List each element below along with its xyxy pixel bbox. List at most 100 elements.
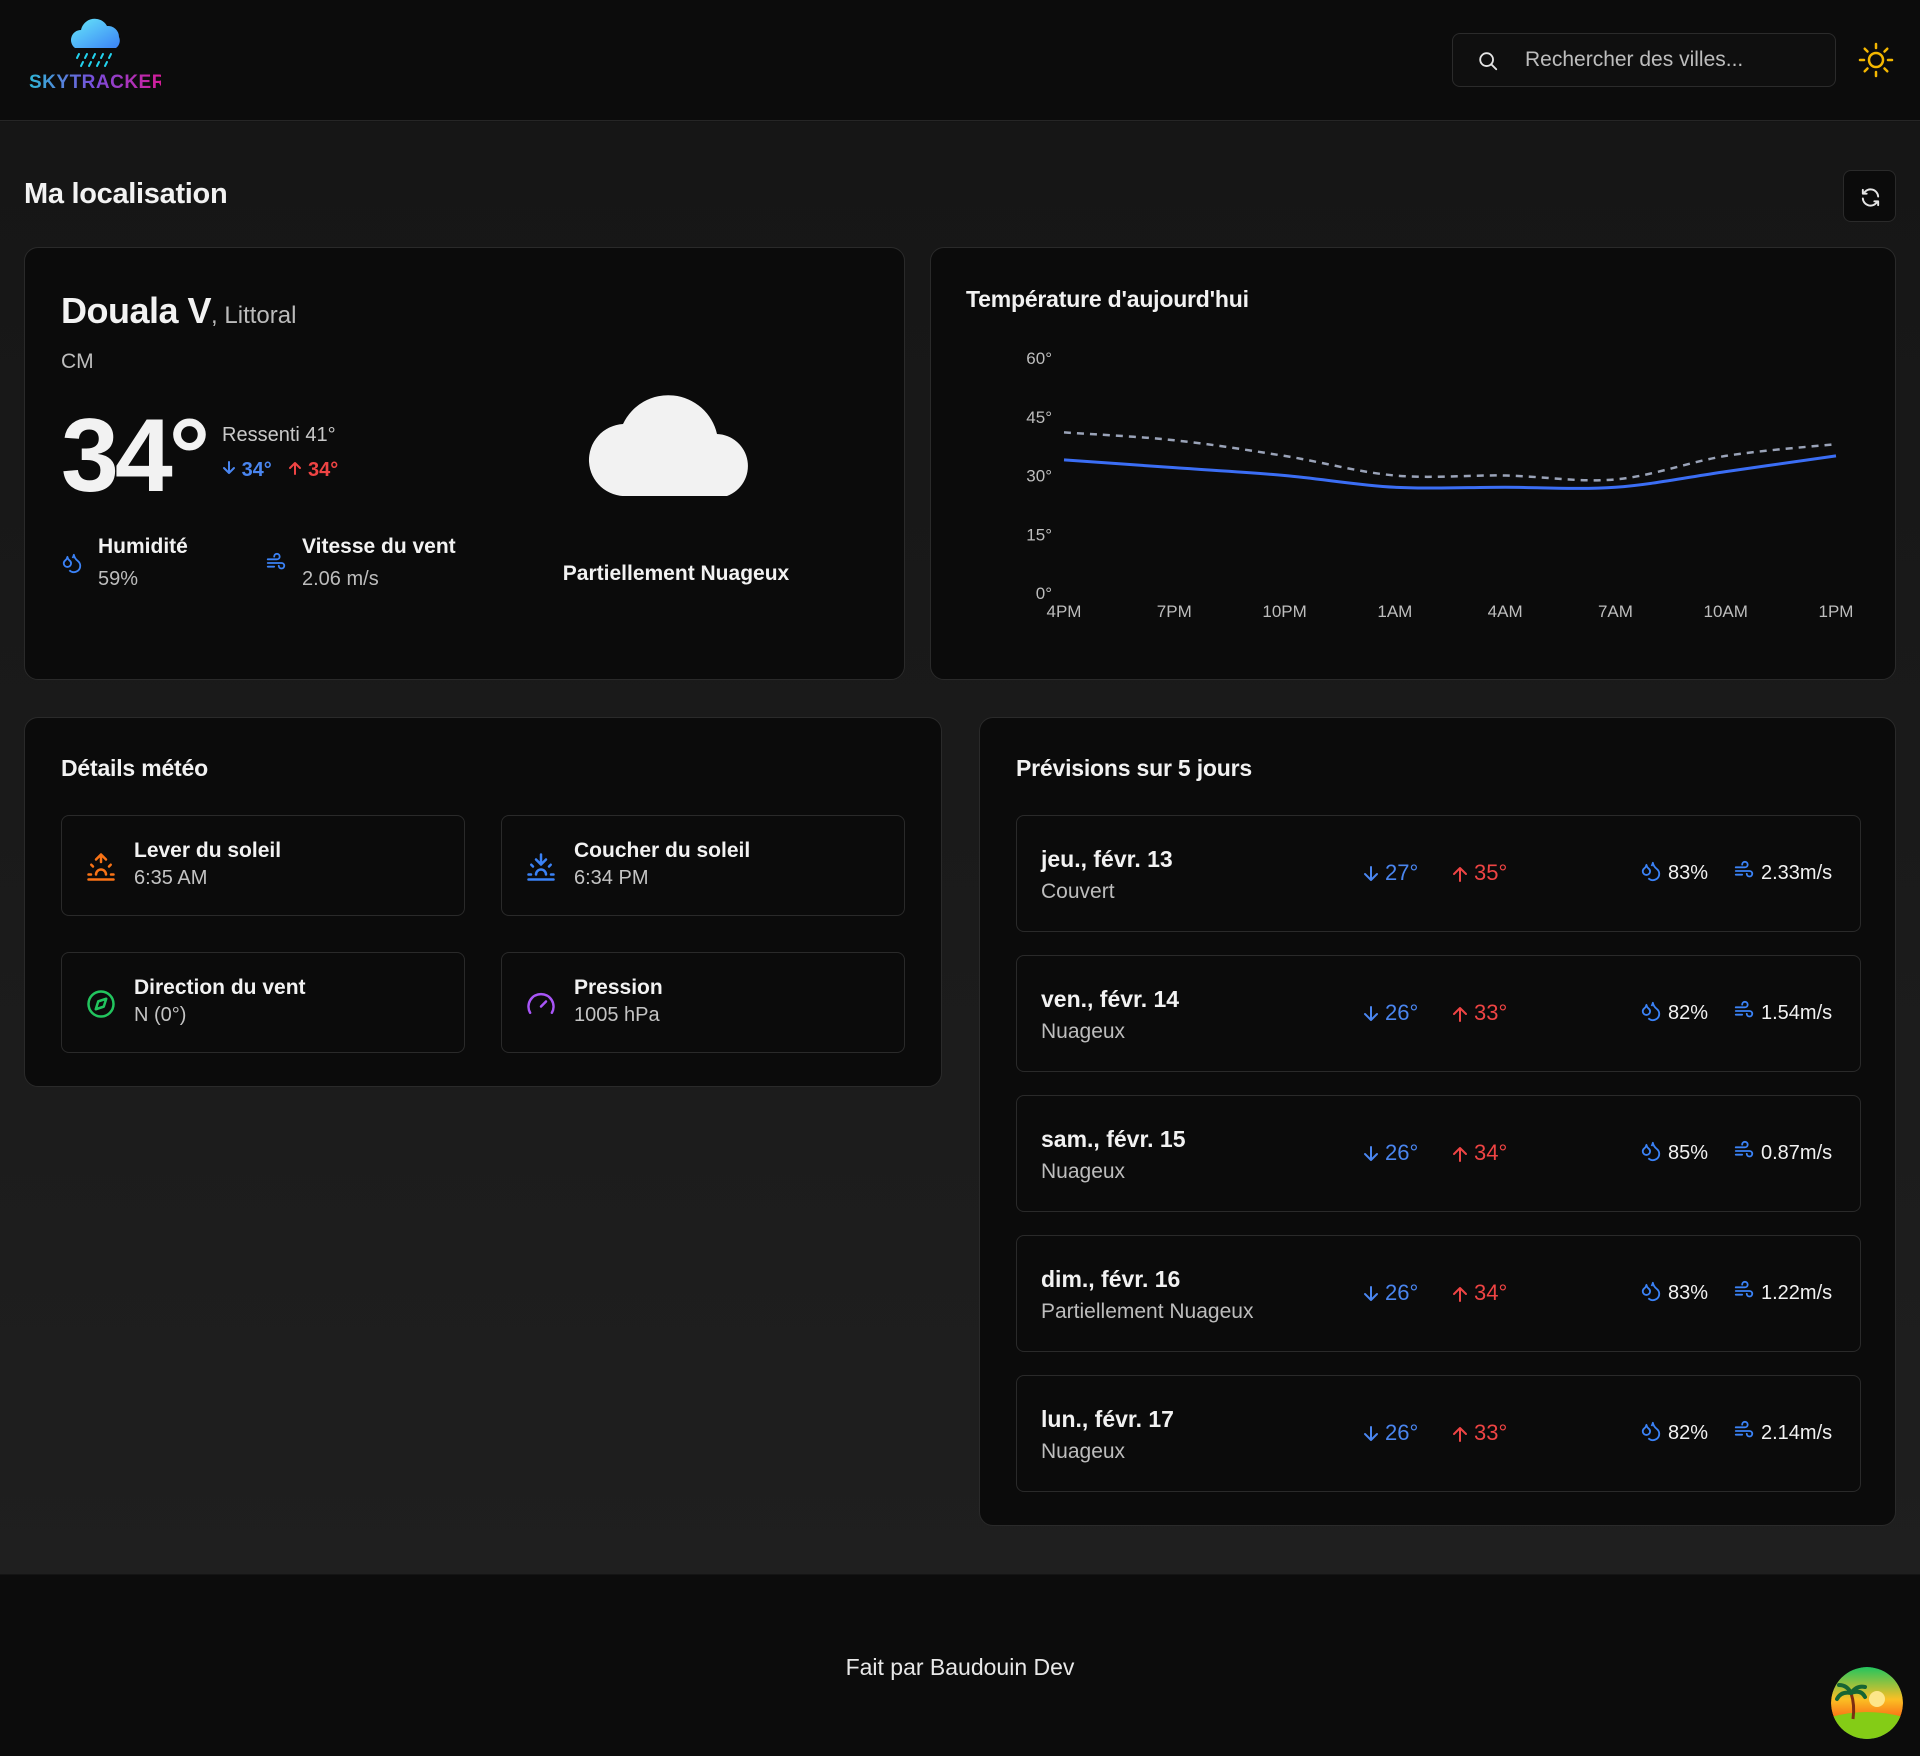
city-name: Douala V, Littoral — [61, 290, 296, 332]
y-tick-label: 30° — [1026, 467, 1052, 486]
arrow-down-icon — [1364, 1286, 1378, 1301]
forecast-row: dim., févr. 16 Partiellement Nuageux 26° 34… — [1016, 1235, 1861, 1352]
forecast-min-value: 27° — [1385, 860, 1419, 885]
forecast-min-temperature: 26° — [1363, 1280, 1418, 1306]
gauge-icon — [527, 992, 555, 1014]
forecast-min-temperature: 26° — [1363, 1140, 1418, 1166]
forecast-max-temperature: 35° — [1452, 860, 1507, 886]
forecast-condition: Partiellement Nuageux — [1041, 1300, 1254, 1323]
forecast-min-value: 26° — [1385, 1000, 1419, 1025]
forecast-min-temperature: 26° — [1363, 1000, 1418, 1026]
humidity-label: Humidité — [98, 535, 188, 558]
arrow-up-icon — [1453, 1007, 1467, 1022]
arrow-down-icon — [1364, 1426, 1378, 1441]
forecast-min-temperature: 27° — [1363, 860, 1418, 886]
forecast-humidity-value: 85% — [1668, 1142, 1709, 1164]
x-tick-label: 4PM — [1047, 602, 1082, 621]
forecast-max-temperature: 34° — [1452, 1280, 1507, 1306]
forecast-humidity-value: 83% — [1668, 1282, 1709, 1304]
x-tick-label: 7PM — [1157, 602, 1192, 621]
x-tick-label: 1PM — [1819, 602, 1854, 621]
region-label: , Littoral — [211, 302, 297, 329]
arrow-up-icon — [1453, 1147, 1467, 1162]
forecast-wind: 0.87m/s — [1733, 1140, 1832, 1165]
forecast-wind: 1.22m/s — [1733, 1280, 1832, 1305]
pressure-value: 1005 hPa — [574, 1004, 660, 1026]
x-tick-label: 10AM — [1704, 602, 1748, 621]
search-input[interactable] — [1525, 34, 1825, 86]
wind-speed-label: Vitesse du vent — [302, 535, 456, 558]
forecast-min-value: 26° — [1385, 1420, 1419, 1445]
rain-cloud-logo-icon — [71, 18, 120, 67]
forecast-wind-value: 1.22m/s — [1761, 1282, 1833, 1304]
forecast-condition: Nuageux — [1041, 1160, 1126, 1183]
wind-icon — [266, 552, 286, 570]
arrow-down-icon — [1364, 866, 1378, 881]
max-temperature-value: 34° — [308, 459, 339, 481]
forecast-humidity-value: 82% — [1668, 1002, 1709, 1024]
avatar[interactable] — [1831, 1667, 1903, 1739]
wind-direction-detail: Direction du vent N (0°) — [61, 952, 465, 1053]
theme-toggle-button[interactable] — [1858, 42, 1894, 78]
arrow-up-icon — [1453, 1287, 1467, 1302]
y-tick-label: 15° — [1026, 525, 1052, 544]
wind-icon — [1734, 1420, 1754, 1438]
forecast-wind-value: 0.87m/s — [1761, 1142, 1833, 1164]
forecast-day: jeu., févr. 13 — [1041, 846, 1173, 872]
forecast-humidity-value: 83% — [1668, 862, 1709, 884]
forecast-condition: Nuageux — [1041, 1440, 1126, 1463]
forecast-day: lun., févr. 17 — [1041, 1406, 1174, 1432]
sunrise-detail: Lever du soleil 6:35 AM — [61, 815, 465, 916]
forecast-max-value: 35° — [1474, 860, 1508, 885]
pressure-label: Pression — [574, 976, 663, 999]
search-icon — [1479, 52, 1498, 71]
arrow-down-icon — [1364, 1146, 1378, 1161]
droplets-icon — [1641, 1281, 1661, 1301]
forecast-max-value: 33° — [1474, 1000, 1508, 1025]
humidity-value: 59% — [98, 568, 139, 590]
forecast-max-value: 34° — [1474, 1280, 1508, 1305]
arrow-down-icon — [223, 461, 235, 474]
forecast-condition: Couvert — [1041, 880, 1115, 903]
sunset-label: Coucher du soleil — [574, 839, 751, 862]
forecast-max-value: 33° — [1474, 1420, 1508, 1445]
sunrise-value: 6:35 AM — [134, 867, 208, 889]
y-tick-label: 45° — [1026, 408, 1052, 427]
droplets-icon — [1641, 1141, 1661, 1161]
current-condition: Partiellement Nuageux — [562, 562, 790, 585]
city-search[interactable] — [1452, 33, 1836, 87]
arrow-up-icon — [1453, 1427, 1467, 1442]
app-header: SKYTRACKER — [0, 0, 1920, 121]
forecast-humidity: 83% — [1640, 860, 1708, 885]
x-tick-label: 10PM — [1262, 602, 1306, 621]
forecast-condition: Nuageux — [1041, 1020, 1126, 1043]
forecast-min-value: 26° — [1385, 1140, 1419, 1165]
forecast-wind: 1.54m/s — [1733, 1000, 1832, 1025]
current-weather-card: Douala V, Littoral CM 34° Ressenti 41° 3… — [24, 247, 905, 680]
min-temperature-value: 34° — [241, 459, 272, 481]
forecast-min-value: 26° — [1385, 1280, 1419, 1305]
arrow-down-icon — [1364, 1006, 1378, 1021]
forecast-row: ven., févr. 14 Nuageux 26° 33° 82% 1.54m/s — [1016, 955, 1861, 1072]
footer: Fait par Baudouin Dev — [0, 1575, 1920, 1756]
droplets-icon — [1641, 861, 1661, 881]
details-title: Détails météo — [61, 755, 208, 781]
x-tick-label: 4AM — [1488, 602, 1523, 621]
forecast-wind: 2.14m/s — [1733, 1420, 1832, 1445]
arrow-up-icon — [1453, 867, 1467, 882]
forecast-max-temperature: 33° — [1452, 1000, 1507, 1026]
forecast-humidity: 82% — [1640, 1420, 1708, 1445]
compass-icon — [87, 990, 115, 1018]
forecast-row: lun., févr. 17 Nuageux 26° 33° 82% 2.14m/s — [1016, 1375, 1861, 1492]
forecast-row: jeu., févr. 13 Couvert 27° 35° 83% 2.33m/s — [1016, 815, 1861, 932]
forecast-max-temperature: 33° — [1452, 1420, 1507, 1446]
app-logo[interactable]: SKYTRACKER — [29, 14, 165, 98]
wind-speed-value: 2.06 m/s — [302, 568, 379, 590]
forecast-day: sam., févr. 15 — [1041, 1126, 1186, 1152]
wind-icon — [1734, 1000, 1754, 1018]
feels-like: Ressenti 41° — [222, 424, 336, 446]
refresh-button[interactable] — [1843, 170, 1896, 222]
forecast-row: sam., févr. 15 Nuageux 26° 34° 85% 0.87m/s — [1016, 1095, 1861, 1212]
current-temperature: 34° — [61, 398, 210, 514]
pressure-detail: Pression 1005 hPa — [501, 952, 905, 1053]
